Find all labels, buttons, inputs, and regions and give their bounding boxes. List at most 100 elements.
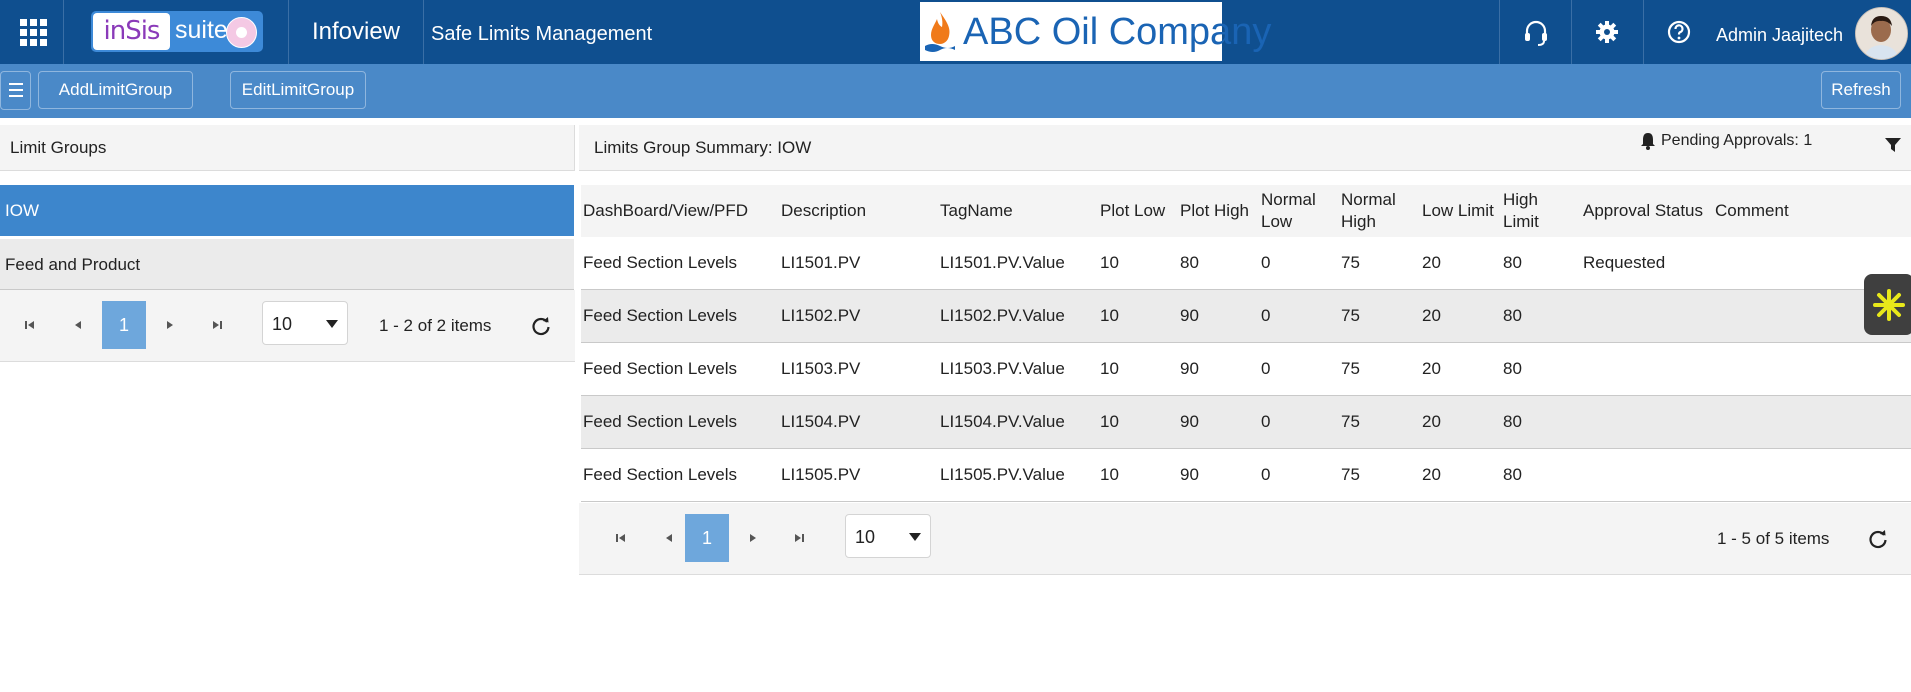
right-page-size-select[interactable]: 10 [845, 514, 931, 558]
last-page-icon[interactable] [209, 317, 225, 333]
table-cell: 10 [1098, 395, 1178, 449]
pending-approvals[interactable]: Pending Approvals: 1 [1661, 131, 1812, 151]
approval-status [1581, 395, 1713, 449]
limit-groups-title: Limit Groups [0, 125, 575, 171]
left-page-number[interactable]: 1 [102, 301, 146, 349]
table-cell: 20 [1420, 237, 1501, 290]
approval-status [1581, 448, 1713, 502]
table-cell: 80 [1501, 289, 1581, 343]
logo-suite-text: suite [175, 16, 228, 44]
table-cell: 20 [1420, 289, 1501, 343]
avatar[interactable] [1855, 7, 1908, 60]
table-cell: 10 [1098, 289, 1178, 343]
table-row[interactable]: Feed Section Levels LI1501.PV LI1501.PV.… [581, 237, 1911, 290]
left-page-size-select[interactable]: 10 [262, 301, 348, 345]
help-icon [1667, 20, 1691, 44]
list-item-iow[interactable]: IOW [0, 185, 574, 236]
table-cell: 90 [1178, 289, 1259, 343]
add-limit-group-button[interactable]: AddLimitGroup [38, 71, 193, 109]
column-header[interactable]: Normal Low [1259, 185, 1339, 237]
table-cell: 75 [1339, 395, 1420, 449]
column-header[interactable]: High Limit [1501, 185, 1581, 237]
table-cell: 75 [1339, 448, 1420, 502]
column-header[interactable]: Normal High [1339, 185, 1420, 237]
table-cell: Feed Section Levels [581, 237, 779, 290]
approval-status [1581, 289, 1713, 343]
table-cell: 80 [1501, 448, 1581, 502]
menu-button[interactable] [0, 71, 31, 110]
apps-grid-icon [20, 19, 47, 46]
comment-cell [1713, 342, 1911, 396]
insis-logo-area[interactable]: inSis suite [64, 0, 289, 64]
table-cell: LI1502.PV [779, 289, 938, 343]
filter-icon[interactable] [1884, 136, 1902, 154]
left-pager-info: 1 - 2 of 2 items [379, 316, 492, 335]
table-row[interactable]: Feed Section Levels LI1504.PV LI1504.PV.… [581, 395, 1911, 449]
table-cell: 90 [1178, 342, 1259, 396]
settings-button[interactable] [1571, 0, 1643, 64]
right-page-number[interactable]: 1 [685, 514, 729, 562]
table-row[interactable]: Feed Section Levels LI1505.PV LI1505.PV.… [581, 448, 1911, 502]
toolbar: AddLimitGroup EditLimitGroup Refresh [0, 64, 1911, 118]
table-cell: 0 [1259, 289, 1339, 343]
next-page-icon[interactable] [745, 530, 761, 546]
limits-table: DashBoard/View/PFD Description TagName P… [581, 185, 1911, 502]
table-cell: LI1501.PV [779, 237, 938, 290]
table-cell: Feed Section Levels [581, 395, 779, 449]
column-header[interactable]: Description [779, 185, 938, 237]
table-cell: 10 [1098, 342, 1178, 396]
table-cell: 10 [1098, 237, 1178, 290]
table-header-row: DashBoard/View/PFD Description TagName P… [581, 185, 1911, 237]
table-cell: 0 [1259, 448, 1339, 502]
next-page-icon[interactable] [162, 317, 178, 333]
column-header[interactable]: Comment [1713, 185, 1911, 237]
prev-page-icon[interactable] [661, 530, 677, 546]
insis-suite-logo: inSis suite [91, 11, 263, 52]
table-cell: 90 [1178, 448, 1259, 502]
first-page-icon[interactable] [613, 530, 629, 546]
table-cell: 75 [1339, 289, 1420, 343]
top-bar: inSis suite Infoview Safe Limits Managem… [0, 0, 1911, 64]
table-cell: LI1504.PV.Value [938, 395, 1098, 449]
list-item-feed-and-product[interactable]: Feed and Product [0, 239, 574, 290]
column-header[interactable]: Approval Status [1581, 185, 1713, 237]
page-title: Safe Limits Management [431, 23, 653, 45]
app-name[interactable]: Infoview [289, 0, 424, 64]
table-cell: 0 [1259, 237, 1339, 290]
last-page-icon[interactable] [791, 530, 807, 546]
table-cell: 0 [1259, 395, 1339, 449]
asterisk-icon [1873, 289, 1905, 321]
user-name[interactable]: Admin Jaajitech [1716, 0, 1843, 64]
edit-limit-group-button[interactable]: EditLimitGroup [230, 71, 366, 109]
prev-page-icon[interactable] [70, 317, 86, 333]
refresh-icon[interactable] [530, 315, 552, 337]
company-name: ABC Oil Company [963, 11, 1272, 53]
table-row[interactable]: Feed Section Levels LI1502.PV LI1502.PV.… [581, 289, 1911, 343]
column-header[interactable]: DashBoard/View/PFD [581, 185, 779, 237]
support-button[interactable] [1499, 0, 1571, 64]
gear-icon [1596, 21, 1618, 43]
apps-grid-button[interactable] [0, 0, 64, 64]
right-pager: 1 10 1 - 5 of 5 items [579, 503, 1911, 575]
table-cell: Feed Section Levels [581, 342, 779, 396]
first-page-icon[interactable] [22, 317, 38, 333]
column-header[interactable]: TagName [938, 185, 1098, 237]
table-cell: 80 [1501, 395, 1581, 449]
refresh-icon[interactable] [1867, 528, 1889, 550]
column-header[interactable]: Plot Low [1098, 185, 1178, 237]
help-button[interactable] [1643, 0, 1715, 64]
table-cell: LI1503.PV.Value [938, 342, 1098, 396]
table-cell: LI1505.PV.Value [938, 448, 1098, 502]
table-cell: 20 [1420, 342, 1501, 396]
approval-status: Requested [1581, 237, 1713, 290]
table-cell: 0 [1259, 342, 1339, 396]
column-header[interactable]: Low Limit [1420, 185, 1501, 237]
logo-insis-text: inSis [93, 13, 170, 50]
column-header[interactable]: Plot High [1178, 185, 1259, 237]
table-cell: 80 [1501, 342, 1581, 396]
refresh-button[interactable]: Refresh [1821, 71, 1901, 109]
right-pager-info: 1 - 5 of 5 items [1717, 529, 1830, 548]
table-row[interactable]: Feed Section Levels LI1503.PV LI1503.PV.… [581, 342, 1911, 396]
table-cell: 75 [1339, 342, 1420, 396]
floating-assistant-button[interactable] [1864, 274, 1911, 335]
